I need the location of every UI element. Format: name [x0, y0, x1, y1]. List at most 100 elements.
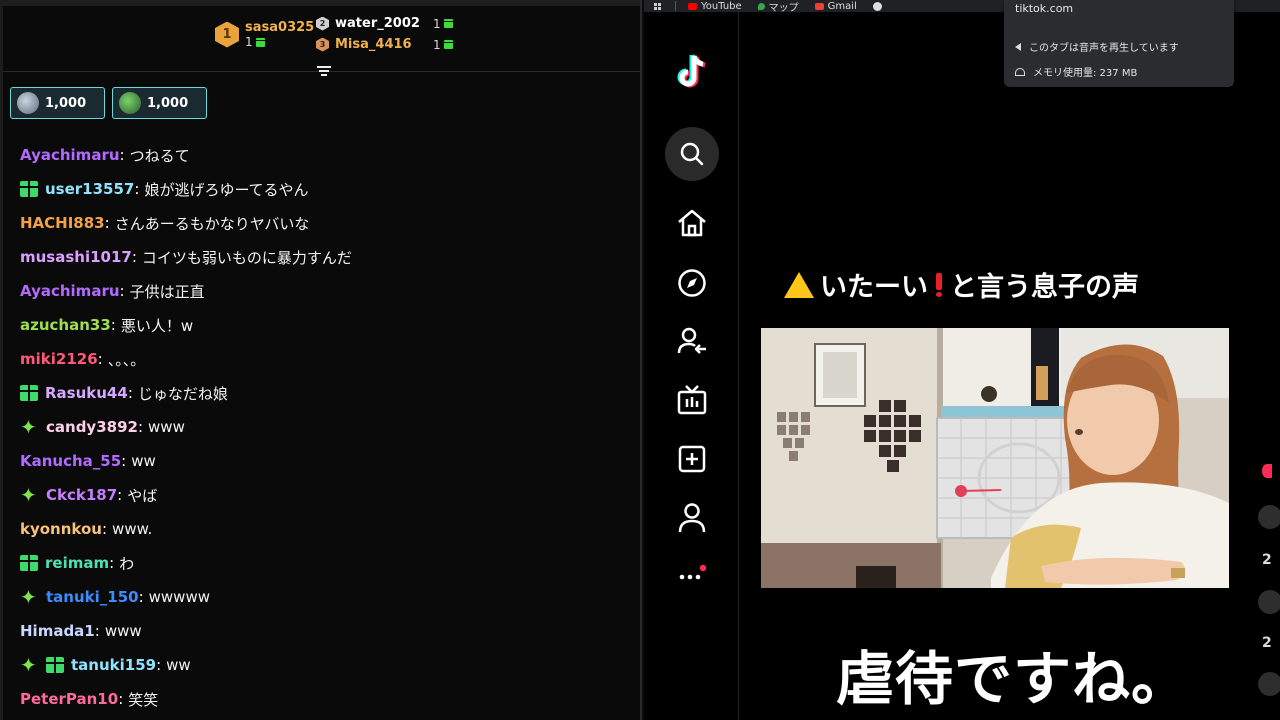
bookmark-youtube[interactable]: YouTube: [688, 1, 742, 12]
chat-username[interactable]: azuchan33: [20, 316, 111, 334]
search-icon: [680, 142, 704, 166]
gift-count: 1: [245, 35, 253, 49]
separator: :: [131, 248, 137, 266]
chat-text: さんあーるもかなりヤバいな: [114, 214, 310, 233]
separator: :: [109, 554, 115, 572]
chat-message: reimam: わ: [20, 546, 630, 580]
gift-count: 1: [433, 37, 441, 52]
chat-username[interactable]: tanuki159: [71, 656, 156, 674]
leaderboard-user: water_2002: [335, 16, 420, 31]
separator: :: [127, 384, 133, 402]
browser-window: YouTube マップ Gmail いたーい と言う息子の声 虐待ですね。 2 …: [644, 0, 1280, 720]
explore-button[interactable]: [672, 263, 712, 303]
compass-icon: [678, 269, 706, 297]
like-button[interactable]: [1258, 505, 1280, 529]
gmail-icon: [814, 2, 824, 10]
chat-message: Rasuku44: じゅなだね娘: [20, 376, 630, 410]
chat-username[interactable]: reimam: [45, 554, 109, 572]
top-gifter-badge-2[interactable]: 1,000: [112, 87, 207, 119]
sparkle-badge-icon: ✦: [20, 585, 37, 609]
bookmark-globe[interactable]: [872, 1, 882, 11]
video-caption-top: いたーい と言う息子の声: [784, 265, 1139, 304]
live-chat-panel: 1 sasa0325 1 2 water_2002 1 3 Misa_4416 …: [0, 0, 642, 720]
top-gifter-badge-1[interactable]: 1,000: [10, 87, 105, 119]
chat-username[interactable]: kyonnkou: [20, 520, 102, 538]
bronze-medal-icon: 3: [316, 37, 329, 52]
video-caption-bottom: 虐待ですね。: [836, 645, 1191, 713]
chat-username[interactable]: PeterPan10: [20, 690, 118, 708]
chat-text: www: [104, 622, 142, 640]
separator: :: [97, 350, 103, 368]
chat-username[interactable]: Himada1: [20, 622, 95, 640]
speaker-icon: [1015, 42, 1021, 51]
memory-icon: [1015, 67, 1025, 76]
warning-icon: [784, 271, 814, 298]
chat-message: HACHI883: さんあーるもかなりヤバいな: [20, 206, 630, 240]
video-scene-image: [761, 328, 1229, 588]
leaderboard-rank-3[interactable]: 3 Misa_4416 1: [316, 37, 453, 52]
chat-username[interactable]: musashi1017: [20, 248, 132, 266]
chat-text: 悪い人！w: [120, 316, 194, 335]
separator: :: [119, 146, 125, 164]
chat-text: 娘が逃げろゆーてるやん: [144, 180, 309, 199]
profile-icon: [678, 503, 706, 533]
chat-username[interactable]: Rasuku44: [45, 384, 128, 402]
separator: :: [101, 520, 108, 538]
share-button[interactable]: [1258, 672, 1280, 696]
chat-message: miki2126:、。、。: [20, 342, 630, 376]
chat-username[interactable]: Ayachimaru: [20, 282, 120, 300]
maps-icon: [757, 2, 765, 10]
chat-message: ✦ tanuki159: ww: [20, 648, 630, 682]
collapse-icon[interactable]: [317, 66, 331, 78]
chat-username[interactable]: HACHI883: [20, 214, 105, 232]
home-button[interactable]: [672, 203, 712, 243]
separator: :: [121, 452, 127, 470]
bookmark-gmail[interactable]: Gmail: [814, 1, 857, 12]
separator: :: [119, 282, 125, 300]
action-rail: 2 2: [1250, 12, 1280, 720]
profile-button[interactable]: [672, 498, 712, 538]
chat-username[interactable]: Ayachimaru: [20, 146, 120, 164]
chat-message-list[interactable]: Ayachimaru: つねるて user13557: 娘が逃げろゆーてるやん HACH…: [20, 138, 630, 716]
following-button[interactable]: [672, 321, 712, 361]
tiktok-logo-icon[interactable]: [672, 52, 712, 92]
chat-text: www: [148, 418, 185, 436]
chat-username[interactable]: candy3892: [46, 418, 138, 436]
gift-icon: [443, 40, 453, 49]
leaderboard-rank-1[interactable]: 1 sasa0325 1: [215, 20, 314, 49]
chat-text: コイツも弱いものに暴力すんだ: [141, 248, 352, 267]
chat-username[interactable]: miki2126: [20, 350, 98, 368]
apps-grid-icon[interactable]: [654, 2, 661, 10]
live-tv-icon: [677, 385, 707, 415]
leaderboard-user: sasa0325: [245, 20, 315, 35]
video-frame[interactable]: [761, 328, 1229, 588]
chat-username[interactable]: Ckck187: [46, 486, 117, 504]
chat-text: わ: [119, 554, 135, 573]
comment-button[interactable]: [1258, 590, 1280, 614]
following-user-icon: [677, 327, 706, 354]
upload-button[interactable]: [672, 439, 712, 479]
chat-username[interactable]: tanuki_150: [46, 588, 139, 606]
more-button[interactable]: [672, 554, 712, 594]
bookmark-maps[interactable]: マップ: [757, 0, 799, 12]
gift-count: 1: [433, 16, 441, 31]
tooltip-audio: このタブは音声を再生しています: [1029, 43, 1179, 54]
chat-message: Ayachimaru: 子供は正直: [20, 274, 630, 308]
live-button[interactable]: [672, 380, 712, 420]
chat-text: やば: [127, 486, 158, 505]
video-player-area[interactable]: いたーい と言う息子の声 虐待ですね。: [740, 12, 1280, 720]
plus-square-icon: [678, 445, 706, 473]
chat-text: ww: [131, 452, 156, 470]
separator: :: [94, 622, 100, 640]
chat-text: つねるて: [129, 146, 190, 165]
search-button[interactable]: [665, 127, 719, 181]
follow-plus-icon[interactable]: [1262, 464, 1272, 478]
chat-username[interactable]: user13557: [45, 180, 134, 198]
silver-medal-icon: 2: [316, 16, 329, 31]
avatar: [17, 92, 39, 114]
leaderboard-rank-2[interactable]: 2 water_2002 1: [316, 16, 453, 31]
gift-badge-icon: [20, 555, 38, 571]
chat-message: musashi1017: コイツも弱いものに暴力すんだ: [20, 240, 630, 274]
chat-text: じゅなだね娘: [137, 384, 228, 403]
chat-username[interactable]: Kanucha_55: [20, 452, 121, 470]
